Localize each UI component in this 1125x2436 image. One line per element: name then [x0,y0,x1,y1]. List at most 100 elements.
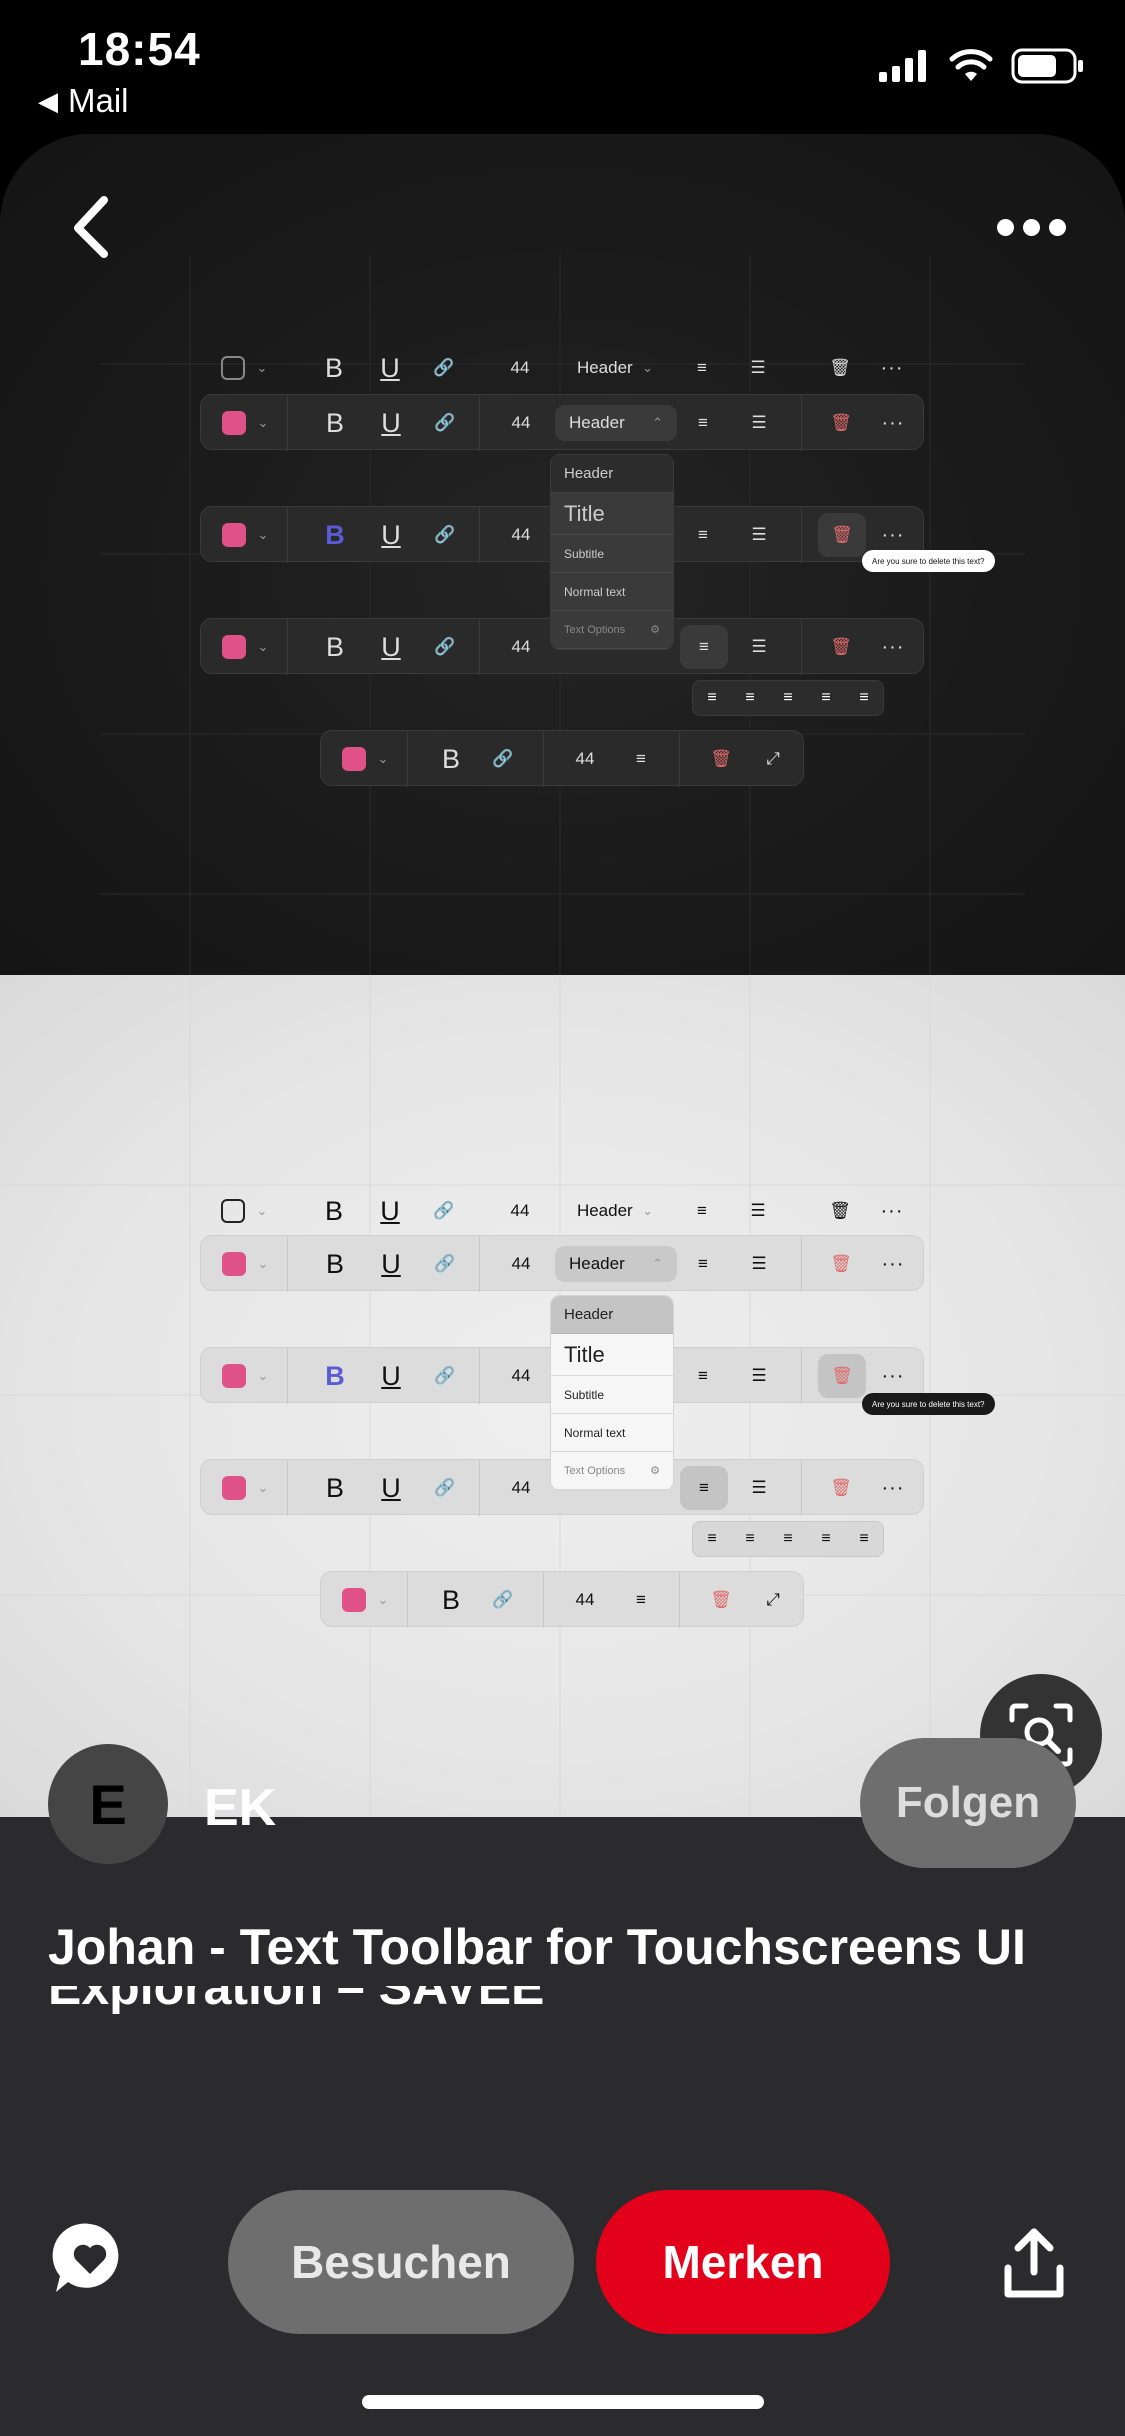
style-select-open[interactable]: Header ⌃ [553,395,679,451]
more-icon[interactable]: ··· [872,340,912,396]
follow-button[interactable]: Folgen [860,1738,1076,1868]
align-right-icon[interactable]: ≡ [769,1521,807,1557]
more-icon[interactable]: ··· [873,1236,913,1292]
color-picker[interactable]: ⌄ [215,507,275,563]
comment-button[interactable] [50,2218,130,2298]
style-select[interactable]: Header ⌄ [560,340,670,396]
list-icon[interactable]: ☰ [737,619,781,675]
list-icon[interactable]: ☰ [737,395,781,451]
trash-icon[interactable]: 🗑 [821,395,861,451]
bold-button[interactable]: B [315,1236,355,1292]
align-icon[interactable]: ≡ [680,1183,724,1239]
align-center-icon[interactable]: ≡ [731,680,769,716]
more-options-button[interactable] [997,212,1067,242]
font-size[interactable]: 44 [501,619,541,675]
avatar[interactable]: E [48,1744,168,1864]
font-size[interactable]: 44 [501,1236,541,1292]
color-picker[interactable]: ⌄ [215,1236,275,1292]
font-size[interactable]: 44 [565,1572,605,1628]
trash-icon[interactable]: 🗑 [820,1183,860,1239]
align-end-icon[interactable]: ≡ [845,680,883,716]
link-icon[interactable]: 🔗 [425,1460,465,1516]
dropdown-item-header[interactable]: Header [551,1296,673,1334]
color-picker[interactable]: ⌄ [215,1348,275,1404]
underline-button[interactable]: U [371,395,411,451]
bold-button-active[interactable]: B [315,507,355,563]
color-picker[interactable]: ⌄ [335,731,395,787]
link-icon[interactable]: 🔗 [424,1183,464,1239]
list-icon[interactable]: ☰ [737,1236,781,1292]
link-icon[interactable]: 🔗 [425,395,465,451]
share-button[interactable] [1002,2228,1066,2300]
dropdown-item-title[interactable]: Title [551,1334,673,1376]
align-icon[interactable]: ≡ [681,1348,725,1404]
align-icon[interactable]: ≡ [619,731,663,787]
trash-icon[interactable]: 🗑 [821,1460,861,1516]
bold-button[interactable]: B [315,1460,355,1516]
align-right-icon[interactable]: ≡ [769,680,807,716]
dropdown-item-subtitle[interactable]: Subtitle [551,1376,673,1414]
font-size[interactable]: 44 [501,1348,541,1404]
underline-button[interactable]: U [371,507,411,563]
expand-icon[interactable]: ⤢ [753,731,793,787]
font-size[interactable]: 44 [501,395,541,451]
dropdown-item-subtitle[interactable]: Subtitle [551,535,673,573]
font-size[interactable]: 44 [501,507,541,563]
list-icon[interactable]: ☰ [736,1183,780,1239]
underline-button[interactable]: U [371,1236,411,1292]
bold-button[interactable]: B [315,619,355,675]
home-indicator[interactable] [362,2395,764,2409]
more-icon[interactable]: ··· [873,619,913,675]
style-select[interactable]: Header ⌄ [560,1183,670,1239]
trash-button-active[interactable]: 🗑 [817,1348,867,1404]
trash-icon[interactable]: 🗑 [821,1236,861,1292]
underline-button[interactable]: U [370,340,410,396]
bold-button[interactable]: B [431,1572,471,1628]
link-icon[interactable]: 🔗 [425,1236,465,1292]
trash-button-active[interactable]: 🗑 [817,507,867,563]
align-icon[interactable]: ≡ [680,340,724,396]
dropdown-item-normal[interactable]: Normal text [551,1414,673,1452]
dropdown-item-options[interactable]: Text Options ⚙ [551,1452,673,1490]
color-picker[interactable]: ⌄ [215,619,275,675]
underline-button[interactable]: U [371,1460,411,1516]
save-button[interactable]: Merken [596,2190,890,2334]
dropdown-item-title[interactable]: Title [551,493,673,535]
trash-icon[interactable]: 🗑 [701,731,741,787]
bold-button[interactable]: B [431,731,471,787]
list-icon[interactable]: ☰ [737,1460,781,1516]
link-icon[interactable]: 🔗 [483,1572,523,1628]
link-icon[interactable]: 🔗 [425,1348,465,1404]
creator-name[interactable]: EK [204,1778,276,1838]
font-size[interactable]: 44 [500,340,540,396]
align-end-icon[interactable]: ≡ [845,1521,883,1557]
font-size[interactable]: 44 [565,731,605,787]
expand-icon[interactable]: ⤢ [753,1572,793,1628]
bold-button[interactable]: B [315,395,355,451]
list-icon[interactable]: ☰ [736,340,780,396]
more-icon[interactable]: ··· [872,1183,912,1239]
color-picker[interactable]: ⌄ [335,1572,395,1628]
align-button-active[interactable]: ≡ [679,619,729,675]
align-icon[interactable]: ≡ [681,507,725,563]
visit-button[interactable]: Besuchen [228,2190,574,2334]
list-icon[interactable]: ☰ [737,507,781,563]
color-picker[interactable]: ⌄ [214,340,274,396]
dropdown-item-options[interactable]: Text Options ⚙ [551,611,673,649]
align-button-active[interactable]: ≡ [679,1460,729,1516]
bold-button[interactable]: B [314,340,354,396]
trash-icon[interactable]: 🗑 [821,619,861,675]
align-center-icon[interactable]: ≡ [731,1521,769,1557]
underline-button[interactable]: U [371,1348,411,1404]
color-picker[interactable]: ⌄ [215,1460,275,1516]
color-picker[interactable]: ⌄ [215,395,275,451]
trash-icon[interactable]: 🗑 [701,1572,741,1628]
align-left-icon[interactable]: ≡ [693,1521,731,1557]
dropdown-item-normal[interactable]: Normal text [551,573,673,611]
align-justify-icon[interactable]: ≡ [807,680,845,716]
color-picker[interactable]: ⌄ [214,1183,274,1239]
list-icon[interactable]: ☰ [737,1348,781,1404]
dropdown-item-header[interactable]: Header [551,455,673,493]
align-left-icon[interactable]: ≡ [693,680,731,716]
style-select-open[interactable]: Header ⌃ [553,1236,679,1292]
